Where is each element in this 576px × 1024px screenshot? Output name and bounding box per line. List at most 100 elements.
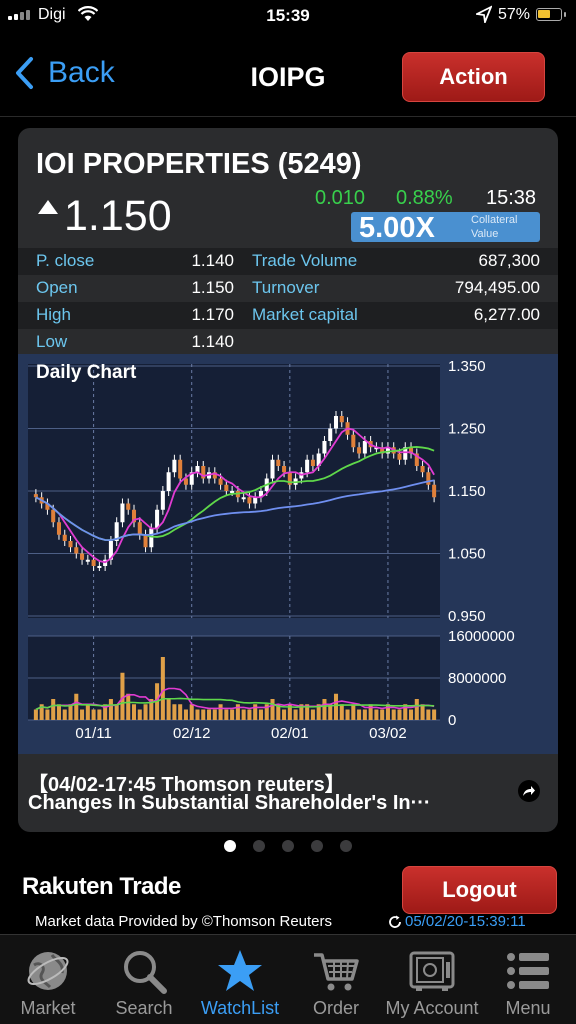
volume-bar: [322, 699, 327, 720]
volume-bar: [270, 699, 275, 720]
tab-label: WatchList: [200, 998, 280, 1018]
volume-bar: [131, 704, 137, 720]
price-tick-label: 1.150: [448, 483, 486, 500]
volume-bar: [293, 709, 298, 720]
battery-percent: 57%: [498, 6, 531, 23]
volume-bar: [166, 699, 171, 720]
volume-bar: [126, 693, 131, 720]
up-arrow-icon: [38, 200, 58, 214]
volume-bar: [432, 709, 437, 720]
news-item[interactable]: 【04/02-17:45 Thomson reuters】 Changes In…: [18, 754, 558, 832]
candle: [62, 534, 67, 541]
volume-bar: [33, 709, 38, 720]
quote-label: Trade Volume: [252, 251, 358, 270]
stock-card: IOI PROPERTIES (5249) 1.150 0.010 0.88% …: [18, 128, 558, 832]
list-icon: [507, 953, 549, 989]
collateral-multiplier: 5.00X: [359, 212, 435, 244]
volume-bar: [241, 709, 246, 720]
globe-icon: [27, 952, 69, 990]
volume-bar: [362, 709, 367, 720]
candle: [305, 459, 310, 473]
tab-my-account[interactable]: My Account: [384, 935, 480, 1024]
candle: [253, 497, 258, 504]
volume-bar: [201, 709, 206, 720]
candle: [120, 503, 125, 523]
candle: [432, 484, 437, 498]
volume-bar: [380, 709, 385, 720]
volume-bar: [247, 709, 252, 720]
chart-title: Daily Chart: [36, 362, 137, 383]
quote-row: P. close 1.140 Trade Volume 687,300: [18, 248, 558, 275]
candle: [230, 491, 235, 493]
daily-chart[interactable]: 1.350 1.250 1.150 1.050 0.950 16000000 8000000…: [18, 354, 558, 754]
candle: [91, 559, 96, 566]
volume-bar: [45, 709, 50, 720]
volume-bar: [74, 693, 79, 720]
logout-button[interactable]: Logout: [402, 866, 557, 914]
volume-bar: [85, 704, 90, 720]
candle: [333, 416, 339, 429]
candle: [85, 559, 90, 562]
candle: [426, 472, 431, 485]
candle: [143, 534, 148, 548]
quote-label: Open: [36, 278, 78, 297]
volume-tick-label: 8000000: [448, 670, 506, 687]
battery-icon: [536, 8, 566, 21]
candle: [362, 441, 367, 454]
timestamp-text: 05/02/20-15:39:11: [405, 913, 526, 930]
volume-bar: [212, 709, 217, 720]
volume-bar: [414, 699, 419, 720]
volume-bar: [374, 709, 379, 720]
quote-value: 794,495.00: [454, 278, 540, 297]
tab-label: Search: [115, 998, 173, 1018]
quote-value: 687,300: [478, 251, 540, 270]
page-indicator[interactable]: [224, 840, 352, 852]
candle: [328, 428, 333, 441]
tab-order[interactable]: Order: [288, 935, 384, 1024]
candle: [397, 453, 402, 460]
volume-bar: [345, 709, 350, 720]
quote-value: 1.150: [191, 278, 234, 297]
divider: [0, 116, 576, 117]
candle: [218, 478, 223, 485]
volume-bar: [51, 699, 56, 720]
date-tick-label: 02/12: [173, 725, 211, 742]
quote-row: Low 1.140: [18, 329, 558, 356]
status-bar: Digi 15:39 57%: [0, 0, 576, 32]
candle: [322, 441, 327, 454]
nav-bar: Back IOIPG Action: [0, 40, 576, 112]
date-tick-label: 02/01: [271, 725, 309, 742]
candle: [172, 459, 177, 473]
quote-label: Turnover: [252, 278, 320, 297]
volume-bar: [218, 704, 223, 720]
tab-bar: Market Search WatchList Order My Account…: [0, 934, 576, 1024]
magnifier-icon: [124, 951, 167, 994]
candle: [195, 466, 200, 473]
collateral-label-line1: Collateral: [471, 214, 518, 226]
volume-bar: [258, 709, 263, 720]
tab-menu[interactable]: Menu: [480, 935, 576, 1024]
volume-bar: [178, 704, 183, 720]
page-dot[interactable]: [224, 840, 236, 852]
tab-search[interactable]: Search: [96, 935, 192, 1024]
candle: [74, 547, 79, 554]
share-arrow-icon[interactable]: [518, 780, 540, 802]
tab-market[interactable]: Market: [0, 935, 96, 1024]
volume-bar: [282, 709, 287, 720]
candle: [126, 503, 131, 510]
page-dot[interactable]: [311, 840, 323, 852]
tab-watchlist[interactable]: WatchList: [192, 935, 288, 1024]
price-change: 0.010: [315, 187, 366, 209]
page-dot[interactable]: [253, 840, 265, 852]
news-body: Changes In Substantial Shareholder's In·…: [28, 792, 431, 814]
candle: [166, 472, 171, 491]
volume-bar: [409, 709, 414, 720]
page-dot[interactable]: [340, 840, 352, 852]
rakuten-trade-logo: Rakuten Trade: [22, 873, 181, 900]
volume-bar: [357, 709, 362, 720]
volume-bar: [56, 704, 61, 720]
volume-bar: [351, 704, 356, 720]
page-dot[interactable]: [282, 840, 294, 852]
action-button[interactable]: Action: [402, 52, 545, 102]
refresh-timestamp[interactable]: 05/02/20-15:39:11: [388, 913, 526, 930]
